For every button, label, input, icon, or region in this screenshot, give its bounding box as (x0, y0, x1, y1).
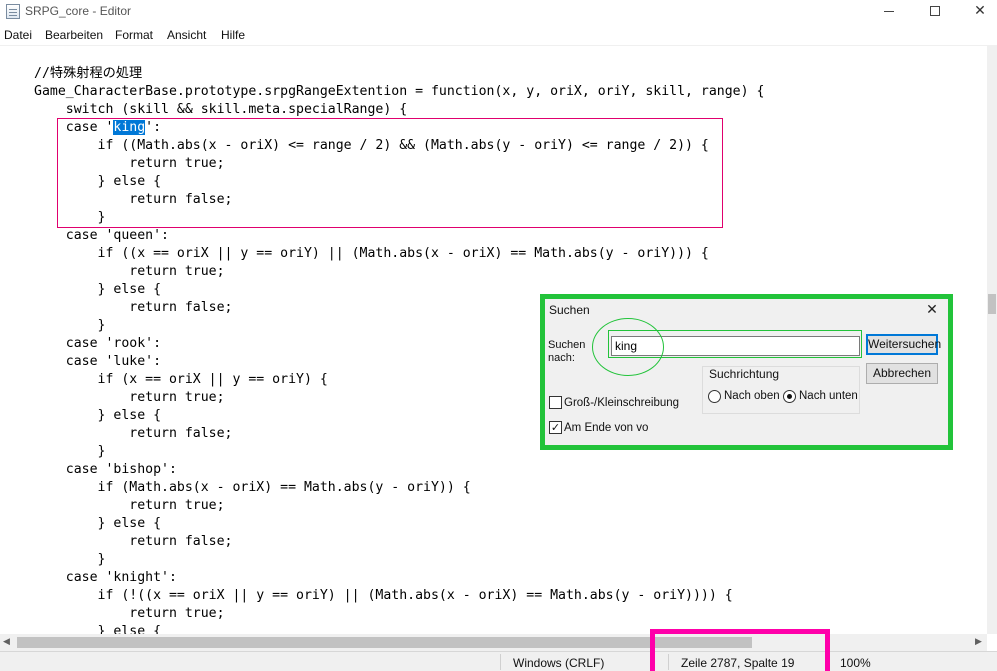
code-line: } else { (34, 516, 162, 531)
minimize-button[interactable] (866, 0, 912, 24)
vertical-scroll-thumb[interactable] (988, 294, 996, 314)
cursor-position-highlight-box (650, 629, 830, 671)
code-line: return true; (34, 264, 225, 279)
status-bar: Windows (CRLF) Zeile 2787, Spalte 19 100… (0, 651, 997, 671)
code-line: return false; (34, 300, 233, 315)
scroll-right-icon[interactable]: ▶ (975, 637, 982, 647)
code-line: case 'queen': (34, 228, 169, 243)
code-line: case 'luke': (34, 354, 162, 369)
search-label-circle (592, 318, 664, 376)
code-line: } else { (34, 408, 162, 423)
code-line: } else { (34, 282, 162, 297)
code-line: if (x == oriX || y == oriY) { (34, 372, 328, 387)
horizontal-scroll-thumb[interactable] (17, 637, 752, 648)
code-line: } (34, 552, 106, 567)
maximize-icon (930, 6, 940, 16)
status-divider (500, 654, 501, 670)
menu-format[interactable]: Format (115, 28, 153, 42)
code-line: Game_CharacterBase.prototype.srpgRangeEx… (34, 84, 765, 99)
maximize-button[interactable] (912, 0, 958, 24)
code-line: switch (skill && skill.meta.specialRange… (34, 102, 408, 117)
minimize-icon (884, 10, 894, 12)
status-zoom: 100% (840, 656, 871, 670)
notepad-icon (6, 4, 20, 19)
code-line: return true; (34, 498, 225, 513)
window-title: SRPG_core - Editor (25, 4, 132, 18)
code-line: return true; (34, 606, 225, 621)
code-line: return false; (34, 534, 233, 549)
code-line: case 'bishop': (34, 462, 177, 477)
code-line: return true; (34, 390, 225, 405)
find-dialog-highlight-box (540, 294, 953, 450)
code-line: } (34, 318, 106, 333)
menu-datei[interactable]: Datei (4, 28, 32, 42)
code-line: if (Math.abs(x - oriX) == Math.abs(y - o… (34, 480, 471, 495)
code-line: if (!((x == oriX || y == oriY) || (Math.… (34, 588, 733, 603)
code-line: } else { (34, 624, 162, 634)
close-button[interactable]: ✕ (957, 0, 997, 24)
code-line: } (34, 444, 106, 459)
menu-bar: Datei Bearbeiten Format Ansicht Hilfe (0, 26, 997, 44)
king-case-highlight-box (57, 118, 723, 228)
code-line: case 'rook': (34, 336, 162, 351)
menu-hilfe[interactable]: Hilfe (221, 28, 245, 42)
code-line: case 'knight': (34, 570, 177, 585)
scroll-left-icon[interactable]: ◀ (3, 637, 10, 647)
code-line: //特殊射程の処理 (34, 66, 143, 81)
status-line-ending: Windows (CRLF) (513, 656, 605, 670)
menu-ansicht[interactable]: Ansicht (167, 28, 206, 42)
horizontal-scrollbar[interactable]: ◀ ▶ (0, 634, 987, 651)
close-icon: ✕ (974, 3, 986, 19)
menu-bearbeiten[interactable]: Bearbeiten (45, 28, 103, 42)
vertical-scrollbar[interactable] (987, 46, 997, 634)
title-bar: SRPG_core - Editor ✕ (0, 0, 997, 24)
code-line: return false; (34, 426, 233, 441)
code-line: if ((x == oriX || y == oriY) || (Math.ab… (34, 246, 709, 261)
